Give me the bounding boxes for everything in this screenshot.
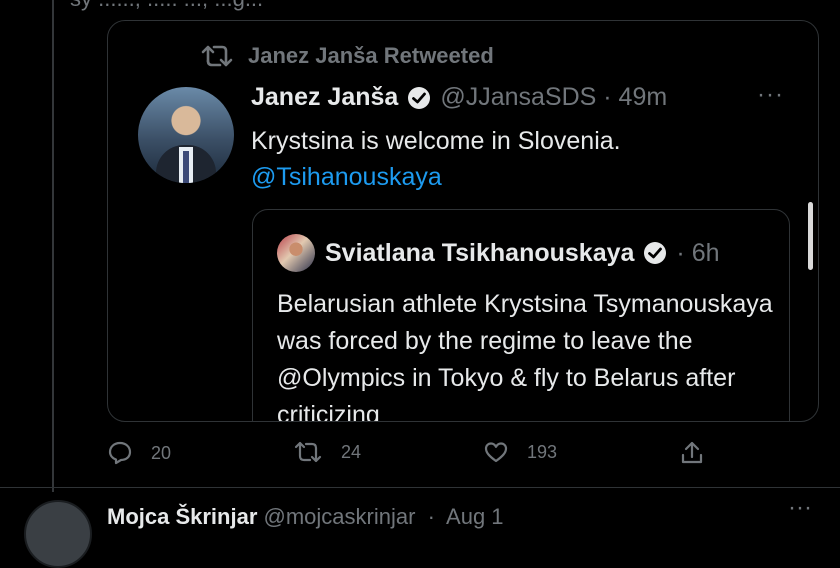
- share-icon: [681, 441, 703, 464]
- verified-icon: [408, 86, 431, 109]
- time-separator: ·: [676, 238, 692, 267]
- author-name[interactable]: Janez Janša: [251, 83, 398, 112]
- next-author-handle[interactable]: @mojcaskrinjar: [264, 504, 416, 529]
- tweet-divider: [0, 487, 840, 488]
- quoted-tweet-header: Sviatlana Tsikhanouskaya · 6h: [277, 234, 720, 272]
- tweet-actions: 20 24 193: [107, 440, 727, 472]
- next-tweet-time[interactable]: Aug 1: [446, 504, 504, 529]
- like-icon: [484, 442, 508, 463]
- retweet-count: 24: [341, 441, 362, 462]
- quoted-author-name: Sviatlana Tsikhanouskaya: [325, 238, 635, 267]
- reply-button[interactable]: 20: [107, 440, 171, 466]
- thread-line: [52, 0, 54, 492]
- like-button[interactable]: 193: [483, 440, 557, 464]
- tweet-card[interactable]: Janez Janša Retweeted Janez Janša @JJans…: [107, 20, 819, 422]
- previous-tweet-cut-text: sy ......, ..... ..., ...g...: [70, 0, 263, 12]
- tweet-header: Janez Janša @JJansaSDS · 49m: [251, 83, 667, 112]
- retweet-context: Janez Janša Retweeted: [200, 43, 494, 69]
- like-count: 193: [527, 441, 558, 462]
- quoted-tweet[interactable]: Sviatlana Tsikhanouskaya · 6h Belarusian…: [252, 209, 790, 422]
- tweet-time[interactable]: 49m: [619, 83, 668, 112]
- scrollbar[interactable]: [808, 202, 813, 270]
- quoted-time: 6h: [691, 238, 720, 267]
- avatar[interactable]: [138, 87, 234, 183]
- next-tweet-header: Mojca Škrinjar @mojcaskrinjar · Aug 1: [107, 504, 504, 530]
- avatar[interactable]: [24, 500, 92, 568]
- share-button[interactable]: [679, 440, 723, 466]
- retweet-label[interactable]: Janez Janša Retweeted: [248, 43, 494, 69]
- tweet-text-line: Krystsina is welcome in Slovenia.: [251, 127, 621, 155]
- quoted-tweet-text: Belarusian athlete Krystsina Tsymanouska…: [277, 290, 773, 422]
- mention-link[interactable]: @Tsihanouskaya: [251, 159, 621, 195]
- more-icon[interactable]: ···: [788, 494, 812, 522]
- reply-icon: [108, 441, 132, 465]
- next-author-name[interactable]: Mojca Škrinjar: [107, 504, 257, 529]
- verified-icon: [644, 242, 667, 264]
- retweet-icon: [294, 441, 322, 463]
- reply-count: 20: [151, 442, 172, 463]
- author-handle[interactable]: @JJansaSDS: [440, 83, 596, 112]
- retweet-button[interactable]: 24: [293, 440, 361, 464]
- retweet-icon: [201, 45, 233, 67]
- time-separator: ·: [596, 83, 619, 111]
- tweet-text: Krystsina is welcome in Slovenia. @Tsiha…: [251, 123, 621, 195]
- more-icon[interactable]: ···: [757, 81, 784, 109]
- quoted-avatar: [277, 234, 315, 272]
- time-separator: ·: [421, 504, 442, 529]
